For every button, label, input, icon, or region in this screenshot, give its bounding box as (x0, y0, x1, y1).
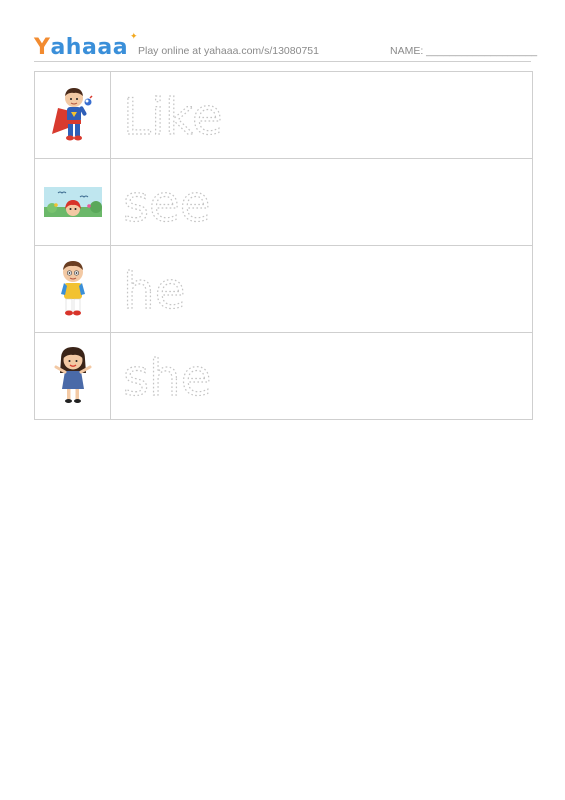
trace-word-text: she (123, 349, 212, 407)
boy-icon (35, 246, 111, 332)
tracing-grid: Like see he she (34, 71, 533, 420)
girl-peeking-landscape-icon (35, 159, 111, 245)
trace-word-text: Like (123, 88, 223, 146)
sparkle-icon: ✦ (130, 32, 139, 42)
tracing-row: see (35, 159, 532, 246)
tracing-row: he (35, 246, 532, 333)
girl-icon (35, 333, 111, 419)
logo-letter: a (50, 35, 66, 60)
logo-letter: Y (34, 35, 51, 60)
logo-letter: h (65, 35, 82, 60)
tracing-row: she (35, 333, 532, 420)
trace-word[interactable]: she (111, 333, 532, 419)
superhero-boy-icon (35, 72, 111, 158)
tracing-row: Like (35, 72, 532, 159)
header-divider (34, 61, 531, 62)
trace-word-text: see (123, 175, 211, 233)
trace-word[interactable]: Like (111, 72, 532, 158)
logo-letter: a (112, 35, 129, 60)
trace-word[interactable]: he (111, 246, 532, 332)
yahaaa-logo[interactable]: Y a h a a a ✦ (34, 32, 138, 60)
play-online-link[interactable]: Play online at yahaaa.com/s/13080751 (138, 45, 319, 57)
logo-letter: a (81, 35, 98, 60)
logo-letter: a (97, 35, 113, 60)
trace-word-text: he (123, 262, 185, 320)
page-header: Y a h a a a ✦ Play online at yahaaa.com/… (34, 32, 537, 62)
trace-word[interactable]: see (111, 159, 532, 245)
name-field[interactable]: NAME: ___________________ (390, 45, 537, 57)
